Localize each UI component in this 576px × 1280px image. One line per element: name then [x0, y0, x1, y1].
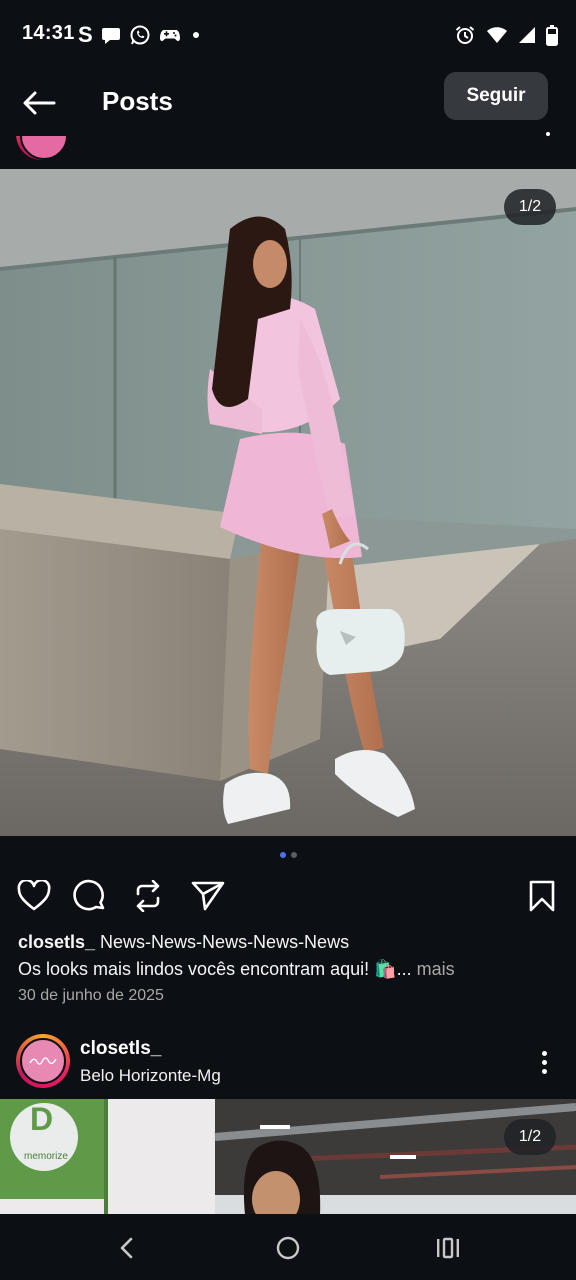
- next-post-avatar[interactable]: [16, 1034, 70, 1088]
- nav-recents-button[interactable]: [428, 1228, 468, 1268]
- home-circle-icon: [276, 1236, 300, 1260]
- post-photo-illustration: [0, 169, 576, 836]
- next-post-image[interactable]: D memorize 1/2: [0, 1099, 576, 1215]
- wifi-icon: [487, 27, 507, 43]
- signal-icon: [519, 27, 535, 43]
- arrow-left-icon: [23, 91, 56, 115]
- post-date: 30 de junho de 2025: [18, 987, 164, 1004]
- system-navigation-bar: [0, 1214, 576, 1280]
- carousel-dot: [290, 852, 297, 858]
- dot-icon: [192, 32, 199, 38]
- bookmark-icon: [529, 880, 555, 912]
- repost-icon: [136, 880, 160, 912]
- status-system-icons: [454, 22, 558, 48]
- chevron-left-icon: [120, 1237, 133, 1259]
- carousel-dot-active: [279, 852, 286, 858]
- follow-button[interactable]: Seguir: [444, 72, 548, 120]
- caption-more-link[interactable]: mais: [412, 959, 455, 979]
- avatar-logo: [20, 1038, 66, 1084]
- comment-button[interactable]: [70, 876, 110, 916]
- send-icon: [191, 881, 225, 911]
- heart-icon: [17, 880, 51, 911]
- comment-icon: [73, 879, 105, 911]
- save-button[interactable]: [522, 876, 562, 916]
- s-icon: S: [78, 22, 93, 47]
- next-post-username[interactable]: closetls_: [80, 1038, 161, 1060]
- status-time: 14:31: [22, 22, 75, 44]
- next-post-location[interactable]: Belo Horizonte-Mg: [80, 1066, 221, 1086]
- status-notification-icons: S: [78, 22, 203, 48]
- post-caption: closetls_ News-News-News-News-News Os lo…: [18, 929, 558, 983]
- store-sign-text: memorize: [24, 1151, 68, 1162]
- next-image-counter: 1/2: [504, 1119, 556, 1155]
- share-button[interactable]: [188, 876, 228, 916]
- nav-home-button[interactable]: [268, 1228, 308, 1268]
- battery-icon: [546, 25, 558, 46]
- alarm-icon: [455, 26, 475, 44]
- post-image[interactable]: 1/2: [0, 169, 576, 836]
- post-actions: [0, 876, 576, 916]
- store-sign-letter: D: [30, 1101, 54, 1137]
- repost-button[interactable]: [128, 876, 168, 916]
- page-title: Posts: [102, 86, 173, 116]
- caption-username[interactable]: closetls_: [18, 932, 95, 952]
- whatsapp-icon: [130, 25, 150, 45]
- image-counter: 1/2: [504, 189, 556, 225]
- top-app-bar: Posts Seguir: [0, 70, 576, 136]
- avatar-logo-mark: [29, 1057, 57, 1065]
- next-post-photo-illustration: [0, 1099, 576, 1215]
- carousel-indicator: [0, 852, 576, 862]
- status-bar: 14:31 S: [0, 0, 576, 70]
- back-button[interactable]: [20, 84, 58, 122]
- chat-bubble-icon: [101, 28, 120, 44]
- recents-icon: [437, 1237, 459, 1259]
- nav-back-button[interactable]: [106, 1228, 146, 1268]
- like-button[interactable]: [14, 876, 54, 916]
- more-options-icon[interactable]: [532, 1046, 556, 1078]
- game-controller-icon: [159, 30, 180, 41]
